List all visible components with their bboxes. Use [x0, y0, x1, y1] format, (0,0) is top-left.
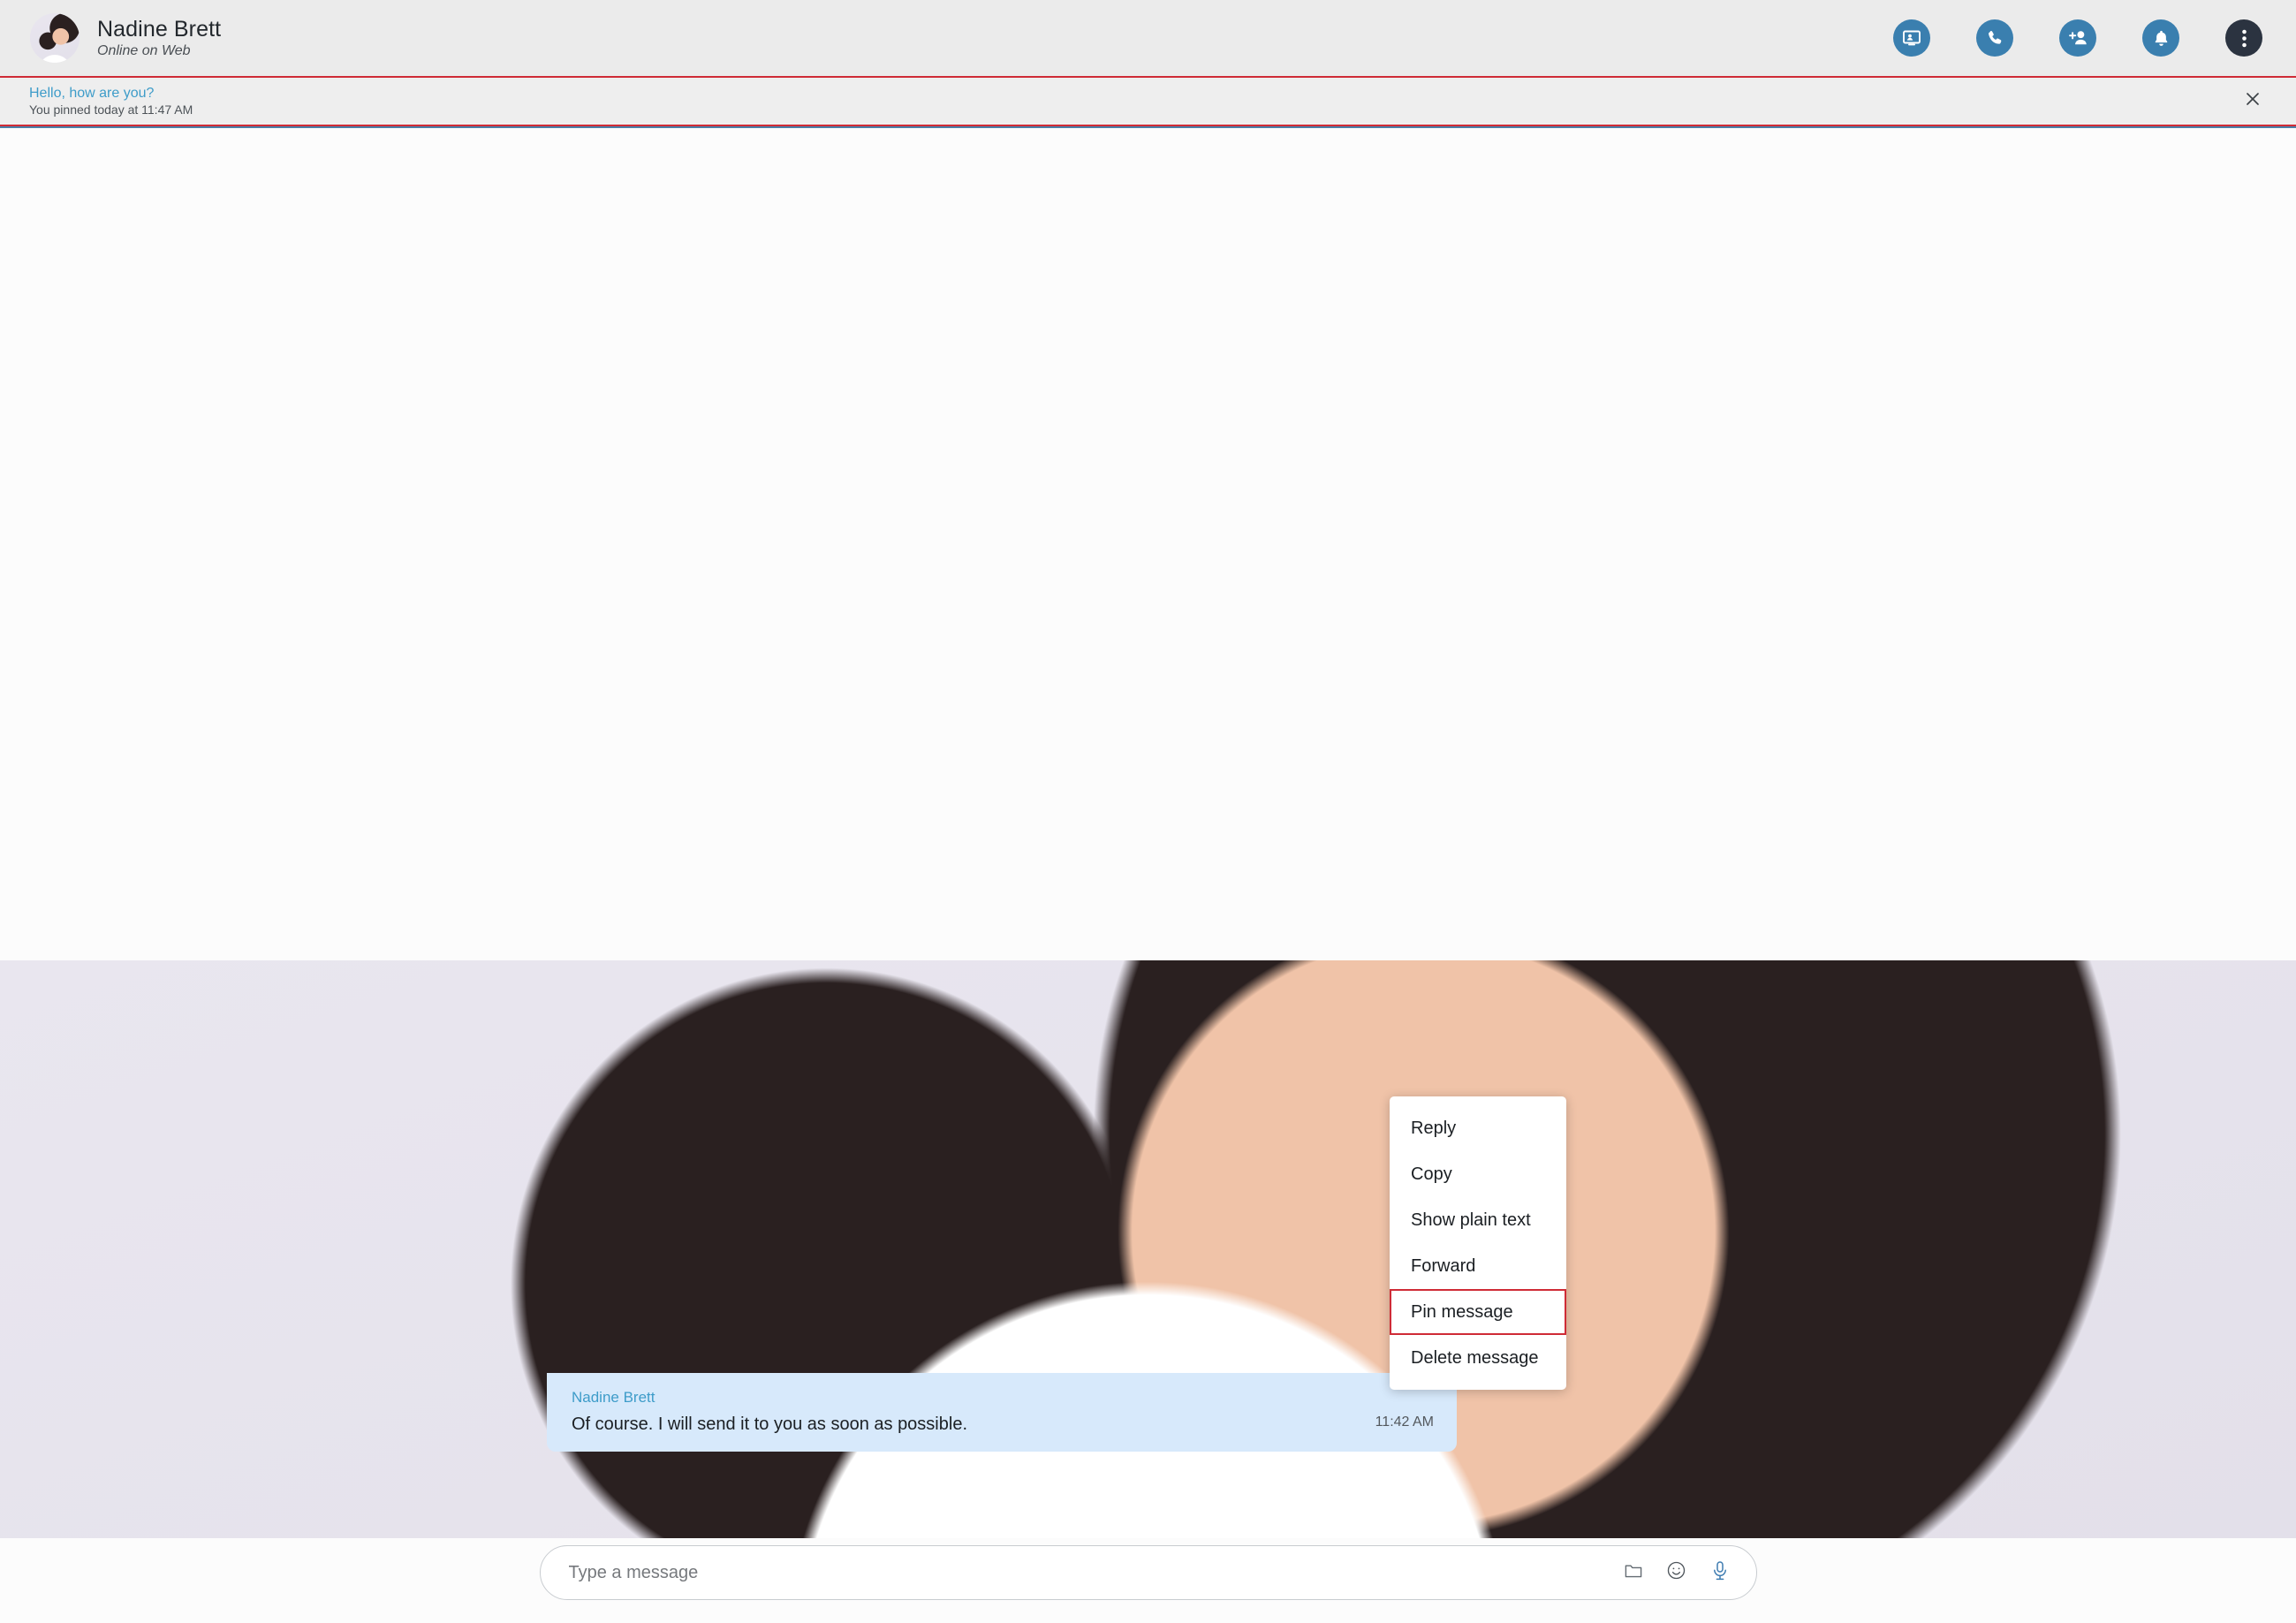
header-actions	[1893, 19, 2262, 57]
call-button[interactable]	[1976, 19, 2013, 57]
close-icon	[2244, 90, 2262, 112]
contact-status: Online on Web	[97, 43, 191, 58]
emoji-icon	[1666, 1560, 1686, 1585]
pinned-message-text: Hello, how are you? You pinned today at …	[29, 85, 193, 118]
close-pinned-banner-button[interactable]	[2238, 87, 2268, 117]
message-composer	[0, 1538, 2296, 1623]
emoji-button[interactable]	[1663, 1559, 1690, 1586]
add-person-icon	[2067, 27, 2089, 49]
bell-icon	[2151, 28, 2171, 49]
message-bubble-incoming[interactable]: Nadine Brett Of course. I will send it t…	[547, 1373, 1457, 1452]
message-input[interactable]	[568, 1562, 1620, 1583]
message-sender-name: Nadine Brett	[572, 1389, 655, 1406]
message-text: Of course. I will send it to you as soon…	[572, 1414, 967, 1434]
chat-header: Nadine Brett Online on Web	[0, 0, 2296, 76]
message-avatar[interactable]	[0, 960, 2296, 1538]
context-menu-item-copy[interactable]: Copy	[1390, 1151, 1566, 1197]
avatar-image	[0, 960, 2296, 1538]
context-menu-item-forward[interactable]: Forward	[1390, 1243, 1566, 1289]
screen-share-icon	[1901, 27, 1922, 49]
pinned-message-subtitle: You pinned today at 11:47 AM	[29, 102, 193, 117]
message-list[interactable]: Today Hello, how are you? 11:41 AM	[0, 126, 2296, 1538]
context-menu-item-delete-message[interactable]: Delete message	[1390, 1335, 1566, 1381]
notifications-button[interactable]	[2142, 19, 2179, 57]
add-participant-button[interactable]	[2059, 19, 2096, 57]
phone-icon	[1985, 28, 2005, 49]
more-options-button[interactable]	[2225, 19, 2262, 57]
voice-message-button[interactable]	[1707, 1559, 1733, 1586]
attach-file-icon	[1624, 1561, 1643, 1585]
pinned-message-banner[interactable]: Hello, how are you? You pinned today at …	[0, 76, 2296, 128]
contact-avatar[interactable]	[30, 13, 80, 63]
composer-box[interactable]	[539, 1545, 1757, 1600]
context-menu-item-show-plain-text[interactable]: Show plain text	[1390, 1197, 1566, 1243]
contact-name: Nadine Brett	[97, 17, 222, 42]
microphone-icon	[1711, 1560, 1729, 1586]
pinned-message-title: Hello, how are you?	[29, 86, 155, 101]
avatar-image	[30, 13, 80, 63]
chat-application: Nadine Brett Online on Web Hello, how ar…	[0, 0, 2296, 1623]
context-menu-item-reply[interactable]: Reply	[1390, 1105, 1566, 1151]
screen-share-button[interactable]	[1893, 19, 1930, 57]
message-context-menu[interactable]: Reply Copy Show plain text Forward Pin m…	[1390, 1096, 1566, 1390]
contact-identity: Nadine Brett Online on Web	[97, 17, 221, 59]
composer-tools	[1620, 1559, 1733, 1586]
message-list-inner: Today Hello, how are you? 11:41 AM	[0, 960, 2296, 1538]
message-body: Nadine Brett Of course. I will send it t…	[572, 1387, 1353, 1437]
context-menu-item-pin-message[interactable]: Pin message	[1390, 1289, 1566, 1335]
message-meta: 11:42 AM	[1375, 1409, 1434, 1437]
message-row: Ronald Krause Fine. Could you please sen…	[0, 960, 2296, 1538]
more-vertical-icon	[2241, 28, 2247, 49]
attach-file-button[interactable]	[1620, 1559, 1647, 1586]
message-time: 11:42 AM	[1375, 1414, 1434, 1430]
